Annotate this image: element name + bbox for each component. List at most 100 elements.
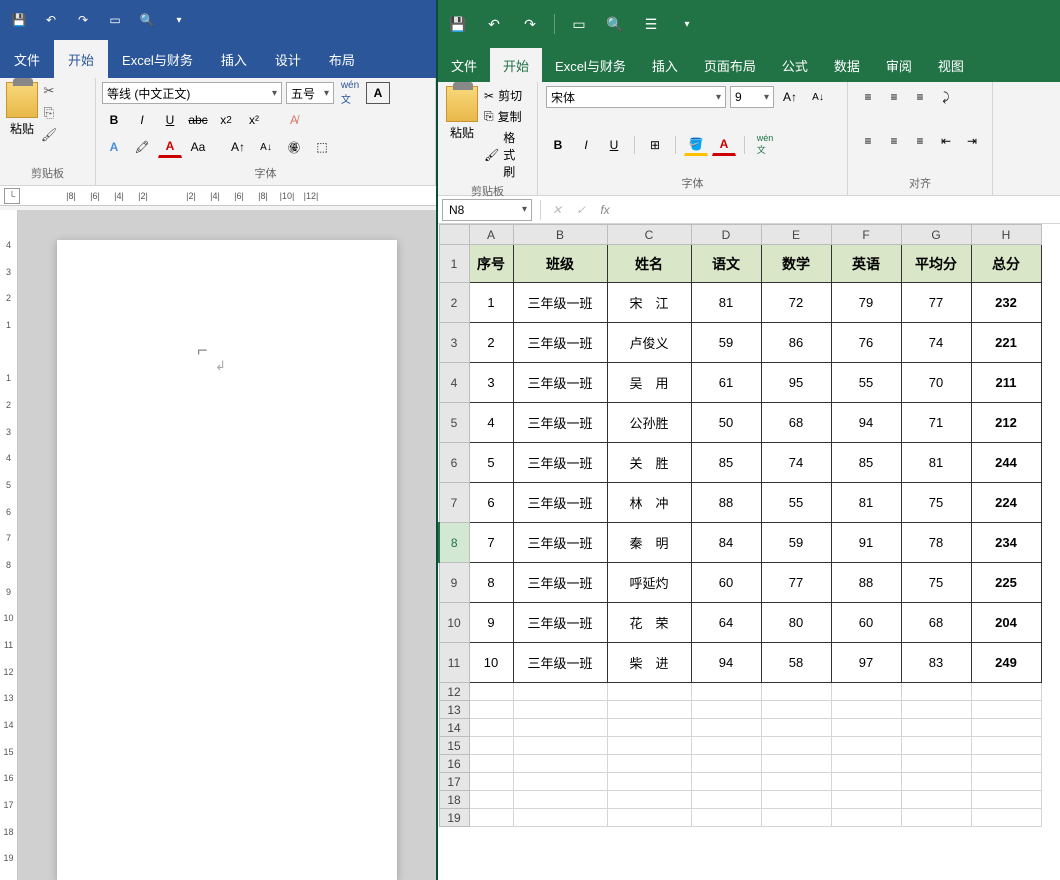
data-cell[interactable]: 59 xyxy=(761,523,831,563)
empty-cell[interactable] xyxy=(513,701,607,719)
data-cell[interactable]: 三年级一班 xyxy=(513,323,607,363)
font-size-combo[interactable]: 9 xyxy=(730,86,774,108)
print-preview-icon[interactable]: 🔍 xyxy=(603,12,627,36)
table-header-cell[interactable]: 平均分 xyxy=(901,245,971,283)
spreadsheet-grid[interactable]: ABCDEFGH1序号班级姓名语文数学英语平均分总分21三年级一班宋 江8172… xyxy=(438,224,1060,880)
cut-button[interactable]: ✂剪切 xyxy=(482,86,529,105)
bold-button[interactable]: B xyxy=(102,109,126,131)
data-cell[interactable]: 4 xyxy=(469,403,513,443)
row-header[interactable]: 17 xyxy=(439,773,469,791)
tab-Excel与财务[interactable]: Excel与财务 xyxy=(108,40,207,78)
vertical-ruler[interactable]: 432112345678910111213141516171819 xyxy=(0,210,18,880)
empty-cell[interactable] xyxy=(469,701,513,719)
new-doc-icon[interactable]: ▭ xyxy=(104,9,126,31)
empty-cell[interactable] xyxy=(831,773,901,791)
data-cell[interactable]: 55 xyxy=(761,483,831,523)
font-size-combo[interactable]: 五号 xyxy=(286,82,334,104)
row-header[interactable]: 6 xyxy=(439,443,469,483)
empty-cell[interactable] xyxy=(513,719,607,737)
save-icon[interactable]: 💾 xyxy=(446,12,470,36)
row-header[interactable]: 14 xyxy=(439,719,469,737)
align-center-icon[interactable]: ≡ xyxy=(882,130,906,152)
data-cell[interactable]: 林 冲 xyxy=(607,483,691,523)
empty-cell[interactable] xyxy=(761,773,831,791)
data-cell[interactable]: 85 xyxy=(691,443,761,483)
data-cell[interactable]: 60 xyxy=(831,603,901,643)
empty-cell[interactable] xyxy=(513,773,607,791)
cut-icon[interactable]: ✂ xyxy=(40,82,58,100)
row-header[interactable]: 10 xyxy=(439,603,469,643)
tab-Excel与财务[interactable]: Excel与财务 xyxy=(542,48,639,82)
data-cell[interactable]: 83 xyxy=(901,643,971,683)
empty-cell[interactable] xyxy=(607,755,691,773)
name-box[interactable]: N8 xyxy=(442,199,532,221)
data-cell[interactable]: 8 xyxy=(469,563,513,603)
row-header[interactable]: 19 xyxy=(439,809,469,827)
data-cell[interactable]: 公孙胜 xyxy=(607,403,691,443)
tab-插入[interactable]: 插入 xyxy=(207,40,261,78)
empty-cell[interactable] xyxy=(607,773,691,791)
data-cell[interactable]: 234 xyxy=(971,523,1041,563)
empty-cell[interactable] xyxy=(901,701,971,719)
empty-cell[interactable] xyxy=(761,701,831,719)
data-cell[interactable]: 91 xyxy=(831,523,901,563)
tab-selector-icon[interactable]: └ xyxy=(4,188,20,204)
row-header[interactable]: 5 xyxy=(439,403,469,443)
data-cell[interactable]: 三年级一班 xyxy=(513,483,607,523)
empty-cell[interactable] xyxy=(971,737,1041,755)
decrease-indent-icon[interactable]: ⇤ xyxy=(934,130,958,152)
data-cell[interactable]: 柴 进 xyxy=(607,643,691,683)
empty-cell[interactable] xyxy=(607,683,691,701)
data-cell[interactable]: 秦 明 xyxy=(607,523,691,563)
empty-cell[interactable] xyxy=(761,737,831,755)
row-header[interactable]: 2 xyxy=(439,283,469,323)
tab-布局[interactable]: 布局 xyxy=(315,40,369,78)
paste-button[interactable]: 粘贴 xyxy=(446,86,478,181)
data-cell[interactable]: 7 xyxy=(469,523,513,563)
data-cell[interactable]: 94 xyxy=(831,403,901,443)
row-header[interactable]: 8 xyxy=(439,523,469,563)
shrink-font-icon[interactable]: A↓ xyxy=(806,86,830,108)
empty-cell[interactable] xyxy=(469,683,513,701)
row-header[interactable]: 4 xyxy=(439,363,469,403)
row-header[interactable]: 1 xyxy=(439,245,469,283)
data-cell[interactable]: 三年级一班 xyxy=(513,523,607,563)
document-page[interactable]: ⌐ xyxy=(57,240,397,880)
tab-审阅[interactable]: 审阅 xyxy=(873,48,925,82)
save-icon[interactable]: 💾 xyxy=(8,9,30,31)
paste-button[interactable]: 粘贴 xyxy=(6,82,38,144)
empty-cell[interactable] xyxy=(513,755,607,773)
data-cell[interactable]: 6 xyxy=(469,483,513,523)
empty-cell[interactable] xyxy=(469,809,513,827)
font-name-combo[interactable]: 宋体 xyxy=(546,86,726,108)
undo-icon[interactable]: ↶ xyxy=(40,9,62,31)
strikethrough-button[interactable]: abc xyxy=(186,109,210,131)
tab-开始[interactable]: 开始 xyxy=(54,40,108,78)
empty-cell[interactable] xyxy=(691,683,761,701)
data-cell[interactable]: 64 xyxy=(691,603,761,643)
data-cell[interactable]: 74 xyxy=(901,323,971,363)
orientation-icon[interactable]: ⤸ xyxy=(934,86,958,108)
fx-icon[interactable]: fx xyxy=(593,199,617,221)
data-cell[interactable]: 58 xyxy=(761,643,831,683)
data-cell[interactable]: 76 xyxy=(831,323,901,363)
empty-cell[interactable] xyxy=(513,791,607,809)
empty-cell[interactable] xyxy=(513,683,607,701)
row-header[interactable]: 3 xyxy=(439,323,469,363)
empty-cell[interactable] xyxy=(761,719,831,737)
data-cell[interactable]: 225 xyxy=(971,563,1041,603)
empty-cell[interactable] xyxy=(831,791,901,809)
data-cell[interactable]: 232 xyxy=(971,283,1041,323)
data-cell[interactable]: 1 xyxy=(469,283,513,323)
tab-数据[interactable]: 数据 xyxy=(821,48,873,82)
qat-customize-icon[interactable]: ▾ xyxy=(675,12,699,36)
tab-视图[interactable]: 视图 xyxy=(925,48,977,82)
tab-插入[interactable]: 插入 xyxy=(639,48,691,82)
cancel-icon[interactable]: ✕ xyxy=(545,199,569,221)
undo-icon[interactable]: ↶ xyxy=(482,12,506,36)
format-painter-button[interactable]: 🖌格式刷 xyxy=(482,128,529,181)
data-cell[interactable]: 9 xyxy=(469,603,513,643)
data-cell[interactable]: 10 xyxy=(469,643,513,683)
data-cell[interactable]: 宋 江 xyxy=(607,283,691,323)
underline-button[interactable]: U xyxy=(158,109,182,131)
